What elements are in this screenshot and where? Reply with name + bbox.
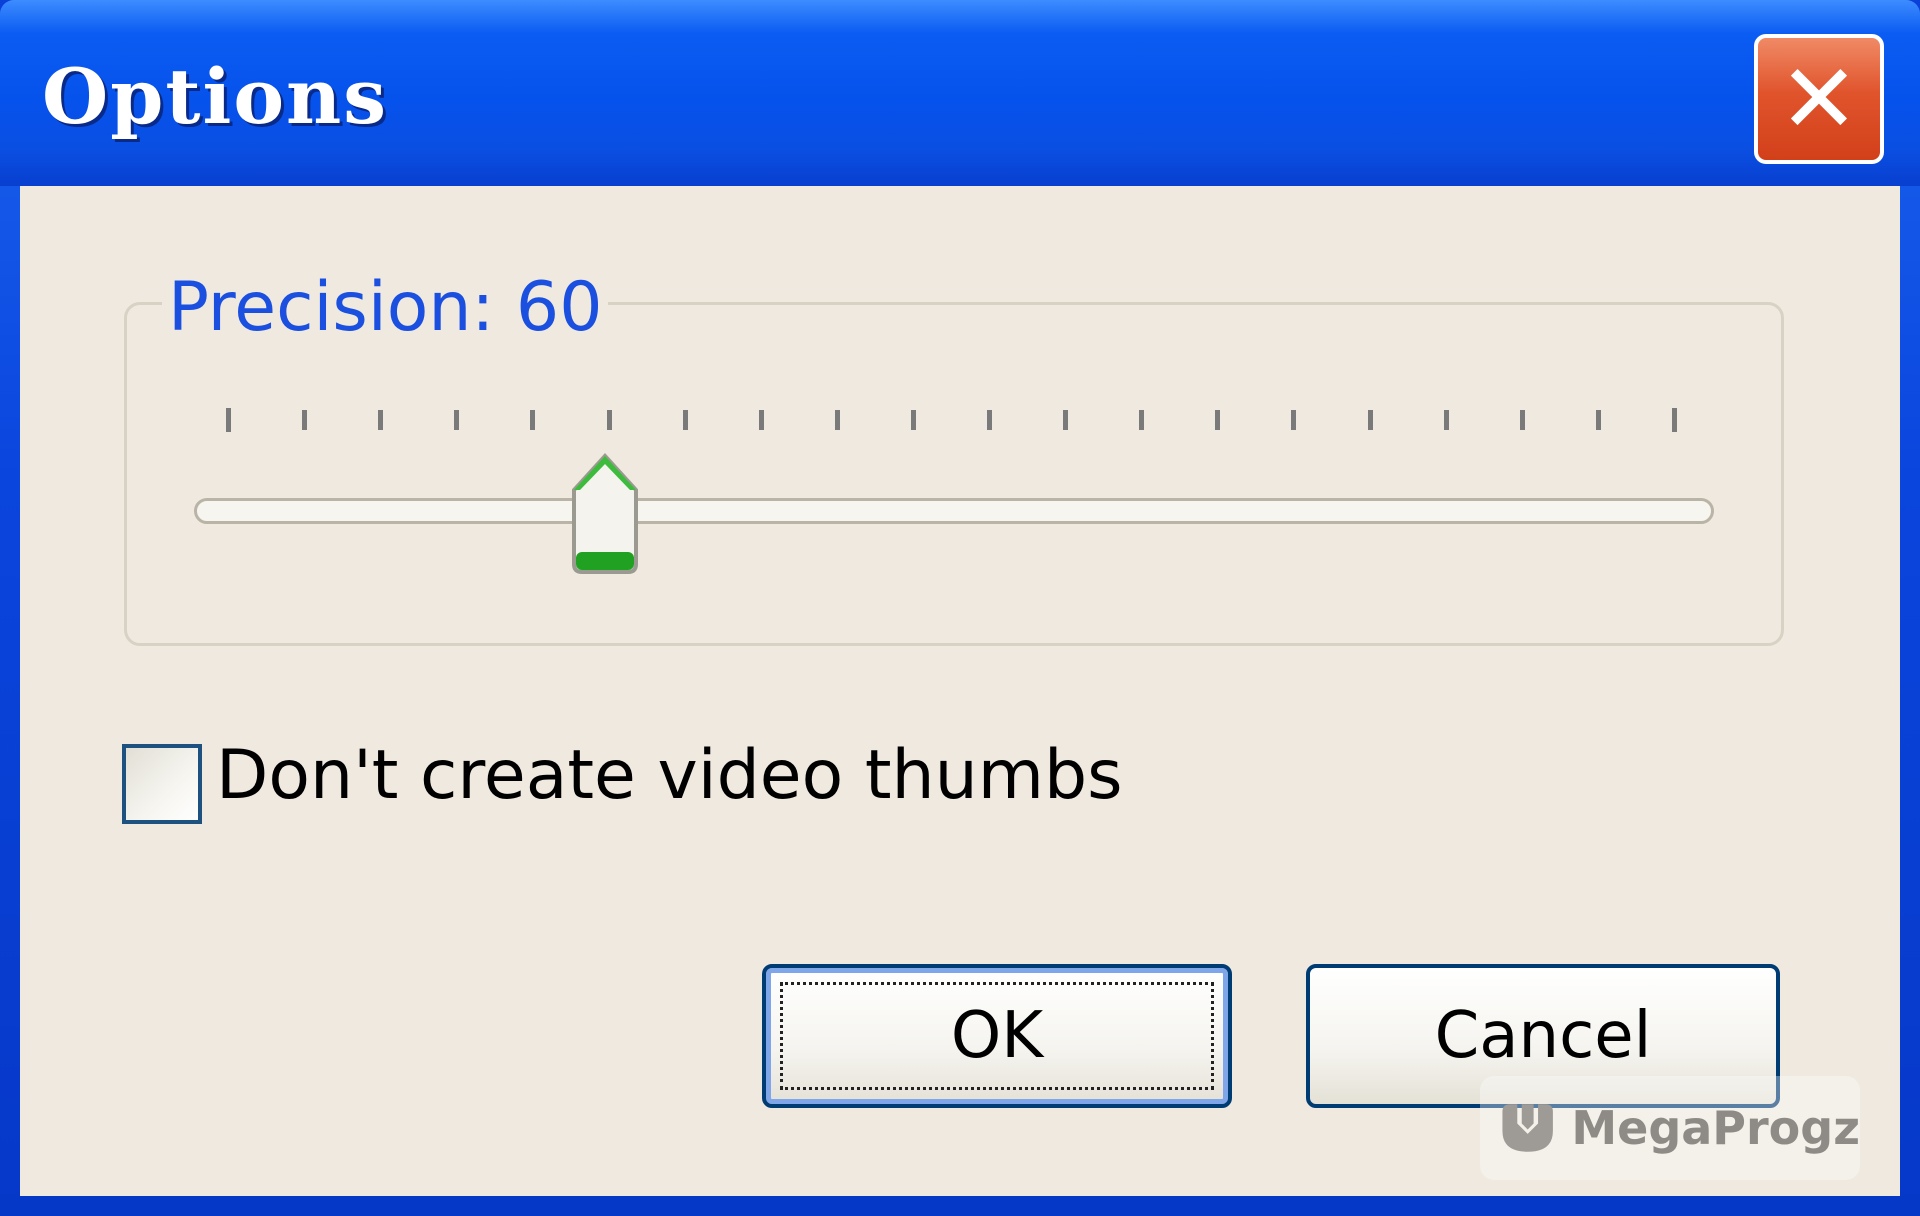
slider-tick [682,410,688,430]
watermark-text: MegaProgz [1571,1101,1860,1155]
slider-tick [1443,410,1449,430]
slider-tick [378,410,384,430]
slider-tick [530,410,536,430]
window-title: Options [42,52,389,141]
slider-tick [910,410,916,430]
ok-button[interactable]: OK [762,964,1232,1108]
slider-tick [1291,410,1297,430]
close-icon: ✕ [1778,43,1860,155]
slider-tick [454,410,460,430]
title-bar[interactable]: Options ✕ [0,0,1920,186]
watermark: MegaProgz [1480,1076,1860,1180]
precision-slider-track[interactable] [194,498,1714,524]
slider-tick [1215,410,1221,430]
window-bottom-border [0,1196,1920,1216]
slider-tick [1367,410,1373,430]
cancel-button-label: Cancel [1434,999,1652,1073]
megaprogz-logo-icon [1502,1104,1553,1152]
slider-tick [1063,410,1069,430]
dont-create-thumbs-label[interactable]: Don't create video thumbs [216,736,1123,815]
dont-create-thumbs-checkbox[interactable] [122,744,202,824]
slider-tick [606,410,612,430]
slider-tick [1595,410,1601,430]
precision-groupbox [124,302,1784,646]
dialog-client-area: Precision: 60 Don't create video thumbs … [20,186,1900,1196]
options-dialog-window: Options ✕ Precision: 60 Don't create vid… [0,0,1920,1216]
slider-tick [758,410,764,430]
slider-tick [1139,410,1145,430]
slider-tick [302,410,308,430]
precision-slider-thumb[interactable] [568,452,642,578]
slider-tick [834,410,840,430]
close-button[interactable]: ✕ [1754,34,1884,164]
slider-tick [987,410,993,430]
slider-tick [226,408,231,432]
precision-label: Precision: 60 [162,268,609,347]
slider-tick [1519,410,1525,430]
ok-button-label: OK [950,999,1044,1073]
slider-tick [1672,408,1677,432]
